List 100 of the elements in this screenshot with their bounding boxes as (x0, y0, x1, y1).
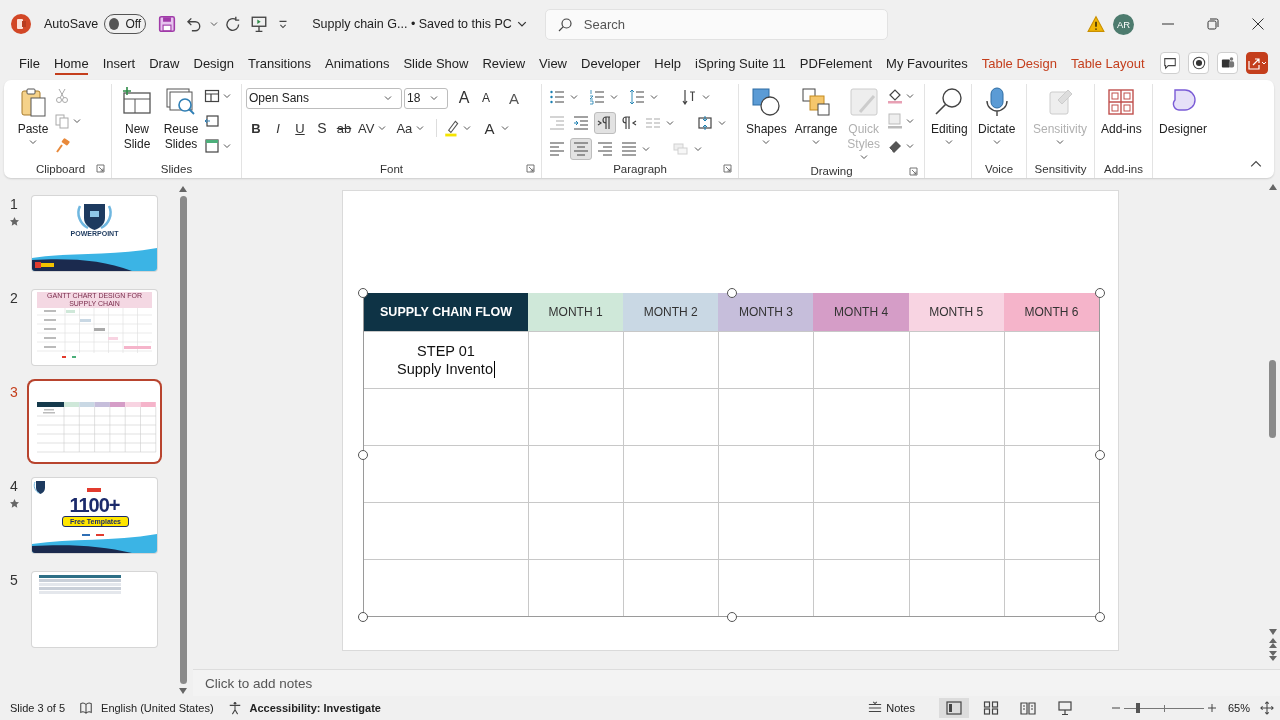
table-cell[interactable] (908, 559, 1004, 616)
ribbon-tab[interactable]: Insert (95, 50, 143, 76)
scrollbar-thumb[interactable] (179, 196, 187, 684)
selection-handle[interactable] (358, 612, 368, 622)
table-cell[interactable] (1003, 502, 1099, 559)
zoom-in-icon[interactable] (1206, 703, 1217, 713)
effects-icon[interactable] (887, 138, 903, 154)
table-cell[interactable] (1003, 388, 1099, 445)
bold-button[interactable]: B (246, 117, 266, 139)
notes-button[interactable]: Notes (868, 701, 915, 715)
selection-handle[interactable] (1095, 288, 1105, 298)
accessibility-icon[interactable] (227, 701, 242, 715)
ribbon-tab[interactable]: Animations (318, 50, 397, 76)
table-cell[interactable] (813, 559, 909, 616)
reuse-slides-button[interactable]: Reuse Slides (160, 84, 202, 154)
new-slide-button[interactable]: New Slide (116, 84, 158, 154)
warning-icon[interactable] (1087, 15, 1105, 33)
selection-handle[interactable] (1095, 450, 1105, 460)
notes-placeholder[interactable]: Click to add notes (205, 675, 313, 691)
table-cell[interactable] (623, 331, 719, 388)
table-cell[interactable] (528, 331, 624, 388)
ribbon-tab[interactable]: Review (475, 50, 533, 76)
shapes-button[interactable]: Shapes (743, 84, 790, 148)
table-cell[interactable] (813, 388, 909, 445)
dictate-button[interactable]: Dictate (976, 84, 1018, 148)
section-icon[interactable] (204, 138, 220, 154)
copy-icon[interactable] (54, 113, 70, 129)
ribbon-tab[interactable]: Transitions (240, 50, 319, 76)
slide-thumbnail[interactable] (32, 572, 157, 647)
scroll-down-icon[interactable] (179, 688, 187, 694)
reset-icon[interactable] (204, 113, 220, 129)
table-cell[interactable] (1003, 331, 1099, 388)
format-painter-icon[interactable] (54, 138, 70, 154)
italic-button[interactable]: I (268, 117, 288, 139)
table-cell[interactable] (623, 445, 719, 502)
table-cell[interactable] (528, 502, 624, 559)
left-to-right-button[interactable] (594, 112, 616, 134)
dialog-launcher-icon[interactable] (526, 164, 535, 173)
restore-icon[interactable] (1205, 16, 1221, 32)
record-button[interactable] (1188, 52, 1210, 74)
dialog-launcher-icon[interactable] (96, 164, 105, 173)
undo-icon[interactable] (184, 15, 203, 33)
table-cell[interactable] (908, 445, 1004, 502)
table-cell[interactable] (813, 502, 909, 559)
shadow-button[interactable]: S (312, 117, 332, 139)
outline-icon[interactable] (887, 113, 903, 129)
ribbon-tab[interactable]: Home (46, 50, 96, 76)
zoom-slider[interactable] (1123, 702, 1204, 714)
ribbon-tab[interactable]: Table Design (974, 50, 1064, 76)
table-cell[interactable] (528, 559, 624, 616)
comments-button[interactable] (1159, 52, 1181, 74)
table-cell[interactable] (908, 331, 1004, 388)
grow-font-button[interactable]: A (454, 87, 474, 109)
language-label[interactable]: English (United States) (101, 702, 214, 714)
ribbon-tab[interactable]: View (532, 50, 574, 76)
font-name-field[interactable]: Open Sans (246, 87, 402, 109)
teams-button[interactable] (1217, 52, 1238, 74)
slider-thumb[interactable] (1136, 703, 1141, 713)
selection-handle[interactable] (727, 288, 737, 298)
underline-button[interactable]: U (290, 117, 310, 139)
scroll-down-icon[interactable] (1268, 629, 1277, 635)
next-slide-icon[interactable] (1268, 651, 1277, 661)
ribbon-tab[interactable]: Design (186, 50, 241, 76)
document-title[interactable]: Supply chain G... • Saved to this PC (312, 17, 527, 31)
table-cell[interactable] (718, 445, 814, 502)
spacing-button[interactable]: AV (356, 117, 377, 139)
dialog-launcher-icon[interactable] (909, 167, 918, 176)
save-icon[interactable] (158, 15, 177, 33)
spelling-book-icon[interactable] (79, 701, 94, 715)
table-cell[interactable] (528, 445, 624, 502)
ribbon-tab[interactable]: My Favourites (879, 50, 975, 76)
change-case-button[interactable]: Aa (394, 117, 415, 139)
paste-button[interactable]: Paste (14, 84, 52, 148)
selection-handle[interactable] (358, 288, 368, 298)
ribbon-tab[interactable]: Slide Show (396, 50, 476, 76)
designer-button[interactable]: Designer (1157, 84, 1210, 139)
ribbon-tab[interactable]: iSpring Suite 11 (688, 50, 793, 76)
accessibility-status[interactable]: Accessibility: Investigate (249, 702, 381, 714)
arrange-button[interactable]: Arrange (791, 84, 841, 148)
search-field[interactable]: Search (544, 8, 888, 40)
strikethrough-button[interactable]: ab (334, 117, 354, 139)
ribbon-tab[interactable]: PDFelement (792, 50, 880, 76)
close-icon[interactable] (1250, 16, 1266, 32)
ribbon-tab[interactable]: Draw (142, 50, 187, 76)
collapse-ribbon-icon[interactable] (1250, 158, 1262, 170)
align-center-button[interactable] (570, 138, 592, 160)
user-avatar[interactable]: AR (1113, 13, 1134, 35)
fill-icon[interactable] (887, 88, 903, 104)
font-color-button[interactable]: A (479, 117, 500, 139)
table-cell[interactable] (718, 331, 814, 388)
scroll-up-icon[interactable] (1268, 184, 1277, 190)
ribbon-tab[interactable]: File (12, 50, 47, 76)
scroll-up-icon[interactable] (179, 186, 187, 192)
table-cell[interactable] (908, 388, 1004, 445)
cut-icon[interactable] (54, 88, 70, 104)
table-cell[interactable] (623, 559, 719, 616)
shrink-font-button[interactable]: A (476, 87, 496, 109)
table-cell[interactable] (623, 388, 719, 445)
ribbon-tab[interactable]: Help (647, 50, 689, 76)
table-cell[interactable] (1003, 559, 1099, 616)
